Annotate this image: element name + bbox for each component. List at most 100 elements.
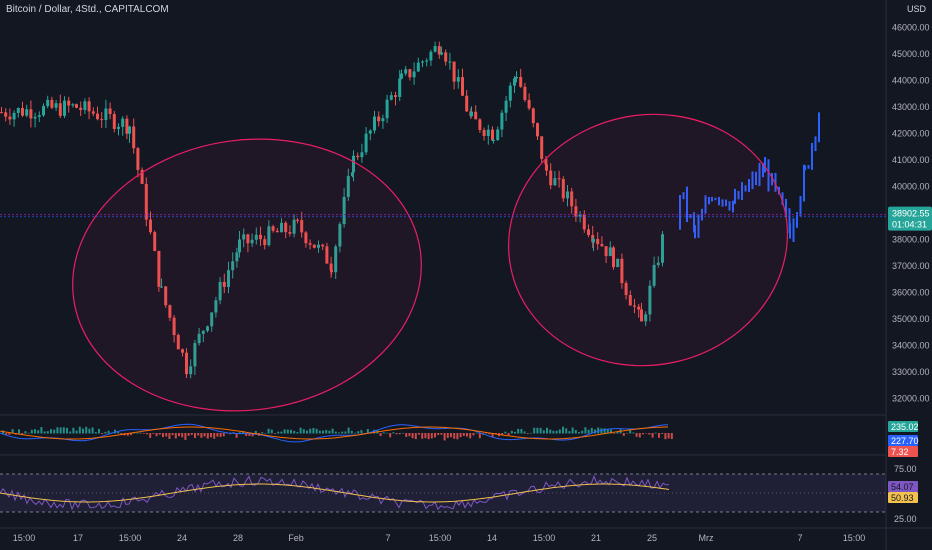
macd-histogram-bar [312,427,315,434]
candle-body [373,116,376,131]
macd-histogram-bar [280,431,283,434]
macd-histogram-bar [155,433,158,437]
macd-histogram-bar [72,427,75,434]
macd-histogram-bar [171,433,174,436]
candle-body [46,99,50,107]
macd-histogram-bar [152,433,155,434]
macd-histogram-bar [635,433,638,437]
macd-histogram-bar [536,427,539,434]
candle-body [492,140,495,142]
macd-histogram-bar [405,433,408,437]
macd-histogram-bar [101,433,104,435]
macd-histogram-bar [558,429,561,434]
macd-histogram-bar [162,433,164,438]
macd-histogram-bar [27,432,30,434]
macd-histogram-bar [309,428,312,434]
macd-histogram-bar [530,432,532,434]
candle-body [400,73,403,79]
macd-histogram-bar [382,432,385,434]
macd-histogram-bar [478,433,481,439]
candle-body [519,76,523,87]
x-tick-label: 15:00 [533,533,556,543]
macd-histogram-bar [318,430,321,434]
candle-body [478,119,482,130]
candle-body [37,115,41,117]
macd-histogram-bar [286,429,289,434]
macd-histogram-bar [658,433,660,438]
macd-histogram-bar [216,433,219,437]
macd-histogram-bar [50,429,52,434]
macd-histogram-bar [85,426,88,434]
macd-histogram-bar [526,433,529,434]
candle-body [21,108,24,116]
macd-histogram-bar [200,433,203,438]
macd-histogram-bar [146,433,148,435]
x-tick-label: 15:00 [843,533,866,543]
x-tick-label: 7 [385,533,390,543]
candle-body [29,109,33,119]
macd-histogram-bar [392,432,395,434]
candle-body [523,86,527,100]
candle-body [452,61,456,82]
macd-histogram-bar [664,433,667,440]
y-tick-label: 34000.00 [892,341,930,351]
macd-histogram-bar [344,431,347,434]
candle-body [16,108,20,113]
macd-histogram-bar [469,433,472,439]
macd-histogram-bar [549,429,552,434]
macd-histogram-bar [174,433,177,439]
macd-histogram-bar [267,428,270,434]
macd-histogram-bar [395,433,398,435]
candle-body [112,114,116,129]
candle-body [125,118,129,134]
macd-histogram-bar [389,433,392,438]
macd-histogram-bar [322,430,324,434]
candle-body [404,69,408,74]
macd-histogram-bar [142,433,145,434]
macd-histogram-bar [568,431,571,434]
macd-histogram-bar [328,430,331,434]
macd-histogram-bar [661,433,664,434]
macd-histogram-bar [523,431,526,434]
macd-histogram-bar [360,430,363,434]
y-tick-label: 46000.00 [892,22,930,32]
candle-body [50,99,54,108]
macd-histogram-bar [136,432,139,434]
macd-histogram-bar [398,433,401,435]
macd-histogram-bar [306,430,308,434]
macd-histogram-bar [571,427,574,434]
candle-body [470,111,473,117]
macd-histogram-bar [261,432,264,434]
macd-histogram-bar [290,429,292,434]
macd-signal-line [0,426,668,440]
highlight-ellipse-left [72,138,422,412]
macd-histogram-bar [187,433,190,436]
y-tick-label: 32000.00 [892,394,930,404]
candle-body [121,118,125,127]
macd-histogram-bar [408,433,411,437]
macd-histogram-bar [56,427,59,434]
candle-body [377,116,381,122]
candle-body [67,100,71,106]
macd-histogram-bar [43,431,46,434]
macd-histogram-bar [78,426,81,434]
candle-body [500,112,504,130]
macd-histogram-bar [446,433,449,438]
price-badge-value: 38902.55 [892,209,930,219]
macd-histogram-bar [219,433,222,437]
y-tick-label: 44000.00 [892,75,930,85]
macd-histogram-bar [107,430,110,434]
macd-histogram-bar [651,433,654,438]
macd-histogram-bar [338,432,340,434]
rsi-level-label: 25.00 [894,514,917,524]
macd-value: 227.70 [891,436,919,446]
macd-histogram-bar [459,433,462,438]
candle-body [108,108,112,115]
candle-body [474,111,478,120]
currency-label: USD [906,4,926,14]
macd-histogram-bar [293,430,296,434]
candle-body [96,113,99,120]
chart-canvas[interactable]: 46000.00 45000.00 44000.00 43000.00 42000.00… [0,0,932,550]
macd-histogram-bar [456,433,459,440]
macd-histogram-bar [642,433,644,435]
